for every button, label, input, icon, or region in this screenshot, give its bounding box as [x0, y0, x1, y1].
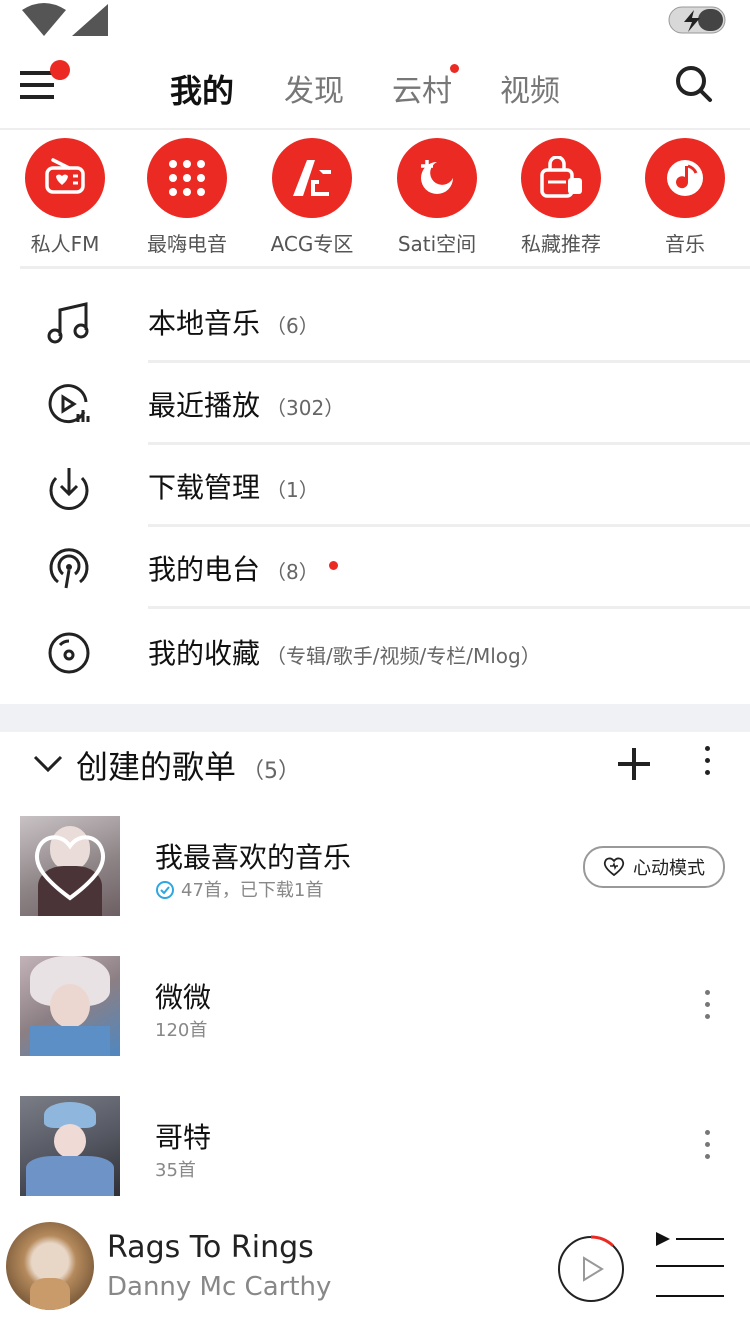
quick-sati[interactable]: Sati空间 — [377, 138, 497, 257]
verified-check-icon — [156, 881, 174, 899]
playlist-cover — [20, 1096, 120, 1196]
menu-label: 我的收藏 （专辑/歌手/视频/专栏/Mlog） — [148, 637, 541, 670]
quick-label: 最嗨电音 — [147, 232, 227, 256]
quick-label: 私人FM — [30, 232, 100, 256]
menu-label: 下载管理 （1） — [148, 471, 319, 504]
quick-acg[interactable]: ACG专区 — [252, 138, 372, 257]
gift-bag-icon — [521, 138, 601, 218]
radio-icon — [25, 138, 105, 218]
quick-private-pick[interactable]: 私藏推荐 — [501, 138, 621, 257]
quick-music[interactable]: 音乐 — [625, 138, 745, 257]
battery-charging-icon — [668, 6, 726, 34]
quick-label: ACG专区 — [270, 232, 354, 256]
chevron-down-icon[interactable] — [32, 752, 64, 776]
heart-mode-label: 心动模式 — [633, 858, 705, 879]
track-title: Rags To Rings — [107, 1230, 314, 1265]
quick-private-fm[interactable]: 私人FM — [5, 138, 125, 257]
moon-plus-icon — [397, 138, 477, 218]
quick-label: 音乐 — [665, 232, 705, 256]
playlist-subtitle: 47首，已下载1首 — [155, 876, 323, 902]
heart-icon — [34, 835, 106, 901]
acg-logo-icon — [272, 138, 352, 218]
disc-icon — [48, 632, 90, 674]
tab-discover[interactable]: 发现 — [284, 66, 344, 110]
menu-local-music[interactable]: 本地音乐 （6） — [0, 282, 750, 364]
menu-recent-play[interactable]: 最近播放 （302） — [0, 364, 750, 446]
playlist-title: 微微 — [155, 981, 212, 1014]
download-icon — [49, 468, 89, 510]
playlist-item[interactable]: 微微 120首 — [0, 956, 750, 1056]
tab-video[interactable]: 视频 — [500, 66, 560, 110]
menu-my-collection[interactable]: 我的收藏 （专辑/歌手/视频/专栏/Mlog） — [0, 612, 750, 694]
search-icon[interactable] — [674, 64, 714, 104]
divider — [148, 360, 750, 363]
menu-count: （1） — [266, 478, 319, 502]
heart-mode-button[interactable]: 心动模式 — [583, 846, 725, 888]
menu-label: 我的电台 （8） — [148, 548, 338, 588]
section-gap — [0, 704, 750, 732]
playlist-item[interactable]: 哥特 35首 — [0, 1096, 750, 1196]
playlist-title: 我最喜欢的音乐 — [155, 841, 352, 874]
playlist-section-header: 创建的歌单 （5） — [0, 732, 750, 796]
more-options-icon[interactable] — [700, 990, 714, 1019]
play-button[interactable] — [556, 1234, 626, 1304]
add-playlist-button[interactable] — [614, 744, 654, 784]
menu-my-radio[interactable]: 我的电台 （8） — [0, 528, 750, 610]
heart-icon — [603, 857, 625, 877]
divider — [148, 606, 750, 609]
playlist-title: 哥特 — [155, 1121, 212, 1154]
podcast-icon — [49, 548, 89, 589]
hamburger-menu-icon[interactable] — [18, 60, 70, 106]
mini-player[interactable]: Rags To Rings Danny Mc Carthy — [0, 1214, 750, 1334]
playlist-item[interactable]: 我最喜欢的音乐 47首，已下载1首 心动模式 — [0, 816, 750, 916]
divider — [148, 524, 750, 527]
quick-label: Sati空间 — [397, 232, 477, 256]
playlist-cover — [20, 816, 120, 916]
menu-label: 最近播放 （302） — [148, 389, 345, 422]
playlist-cover — [20, 956, 120, 1056]
more-options-icon[interactable] — [700, 746, 714, 775]
music-note-icon — [47, 302, 89, 344]
album-art — [6, 1222, 94, 1310]
signal-icon — [22, 3, 108, 36]
playlist-queue-icon[interactable] — [654, 1228, 726, 1300]
divider — [148, 442, 750, 445]
track-artist: Danny Mc Carthy — [107, 1272, 332, 1302]
section-title: 创建的歌单 （5） — [76, 748, 301, 786]
top-navigation: 我的 发现 云村 视频 — [0, 44, 750, 130]
notification-dot — [328, 560, 338, 570]
menu-label: 本地音乐 （6） — [148, 307, 319, 340]
menu-count: （6） — [266, 314, 319, 338]
menu-count: （专辑/歌手/视频/专栏/Mlog） — [266, 644, 541, 668]
section-count: （5） — [242, 759, 301, 784]
menu-count: （8） — [266, 560, 319, 584]
tab-mine[interactable]: 我的 — [170, 66, 234, 112]
playlist-subtitle: 35首 — [155, 1160, 196, 1181]
menu-count: （302） — [266, 396, 345, 420]
more-options-icon[interactable] — [700, 1130, 714, 1159]
notification-dot — [450, 64, 459, 73]
music-note-icon — [645, 138, 725, 218]
quick-edm[interactable]: 最嗨电音 — [127, 138, 247, 257]
menu-downloads[interactable]: 下载管理 （1） — [0, 446, 750, 528]
divider — [20, 266, 750, 269]
recent-play-icon — [48, 384, 90, 424]
dots-grid-icon — [147, 138, 227, 218]
quick-label: 私藏推荐 — [521, 232, 601, 256]
playlist-subtitle: 120首 — [155, 1020, 208, 1041]
tab-village[interactable]: 云村 — [392, 66, 452, 110]
status-bar — [0, 0, 750, 44]
